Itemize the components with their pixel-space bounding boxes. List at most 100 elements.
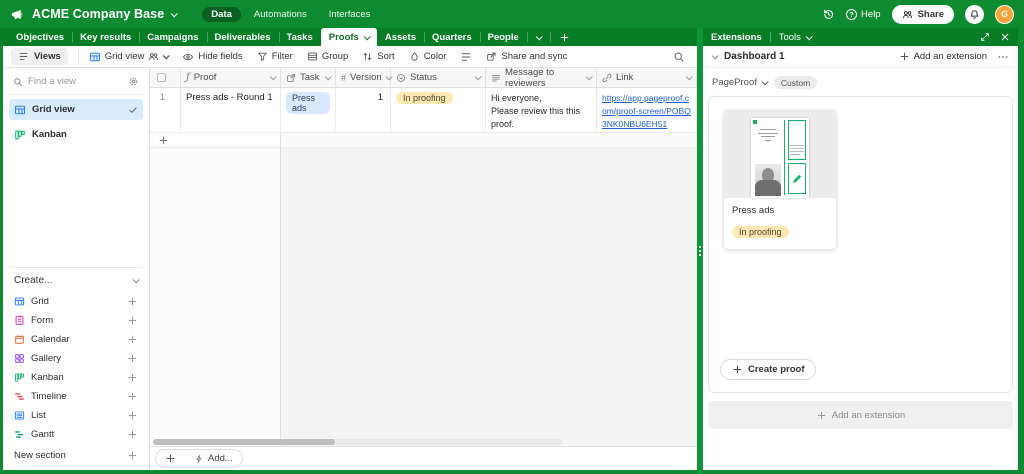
cell-link[interactable]: https://app.pageproof.com/proof-screen/P… <box>597 88 697 132</box>
long-text-field-icon <box>491 73 501 83</box>
close-icon[interactable] <box>1000 32 1010 42</box>
cell-version[interactable]: 1 <box>336 88 391 132</box>
magic-add-icon <box>194 454 204 464</box>
help-button[interactable]: ? Help <box>846 8 881 20</box>
grid-view: ƒ Proof Task # Version Status Message to… <box>150 67 697 470</box>
expand-icon[interactable] <box>980 32 990 42</box>
help-label: Help <box>861 8 881 20</box>
cell-task[interactable]: Press ads <box>281 88 336 132</box>
tab-assets[interactable]: Assets <box>377 28 424 46</box>
create-grid[interactable]: Grid <box>9 292 143 311</box>
pageproof-extension-card: Press ads In proofing Create proof <box>708 96 1013 393</box>
formula-field-icon: ƒ <box>186 72 190 83</box>
new-section-button[interactable]: New section <box>9 444 143 466</box>
add-extension-button[interactable]: Add an extension <box>899 51 987 62</box>
tab-deliverables[interactable]: Deliverables <box>206 28 279 46</box>
grid-view-button[interactable]: Grid view <box>89 51 171 63</box>
proof-card[interactable]: Press ads In proofing <box>724 110 836 249</box>
tab-campaigns[interactable]: Campaigns <box>139 28 206 46</box>
list-view-icon <box>14 410 25 421</box>
tab-tasks[interactable]: Tasks <box>278 28 321 46</box>
column-header-status[interactable]: Status <box>391 68 486 87</box>
body-row: Objectives Key results Campaigns Deliver… <box>0 28 1024 474</box>
create-gantt[interactable]: Gantt <box>9 425 143 444</box>
add-menu-button[interactable]: Add... <box>185 450 242 467</box>
column-header-message[interactable]: Message to reviewers <box>486 67 597 89</box>
color-button[interactable]: Color <box>409 51 446 62</box>
column-header-proof[interactable]: ƒ Proof <box>181 68 281 87</box>
tab-quarters[interactable]: Quarters <box>424 28 480 46</box>
plus-icon <box>127 372 138 383</box>
create-timeline[interactable]: Timeline <box>9 387 143 406</box>
plus-icon <box>127 296 138 307</box>
column-header-link[interactable]: Link <box>597 68 697 87</box>
plus-icon <box>816 410 827 421</box>
column-header-version[interactable]: # Version <box>336 68 393 87</box>
nav-data[interactable]: Data <box>202 6 241 22</box>
create-proof-button[interactable]: Create proof <box>720 359 817 380</box>
cell-proof[interactable]: Press ads - Round 1 <box>181 88 281 132</box>
column-header-task[interactable]: Task <box>281 68 336 87</box>
create-kanban[interactable]: Kanban <box>9 368 143 387</box>
linked-record-chip[interactable]: Press ads <box>286 92 330 114</box>
status-badge[interactable]: In proofing <box>396 92 453 104</box>
avatar[interactable]: G <box>995 4 1014 24</box>
row-height-button[interactable] <box>460 51 472 63</box>
views-sidebar: Grid view Kanban Create... <box>3 68 150 470</box>
find-view-input[interactable] <box>28 76 123 87</box>
table-row[interactable]: 1 Press ads - Round 1 Press ads 1 In pro… <box>150 88 697 133</box>
create-calendar[interactable]: Calendar <box>9 330 143 349</box>
brand-square-icon <box>753 120 757 124</box>
question-icon: ? <box>846 8 858 20</box>
horizontal-scrollbar[interactable] <box>153 439 335 445</box>
base-switcher[interactable]: ACME Company Base <box>10 7 179 22</box>
tab-objectives[interactable]: Objectives <box>8 28 72 46</box>
group-button[interactable]: Group <box>307 51 348 62</box>
views-button[interactable]: Views <box>11 48 68 65</box>
plus-icon <box>127 391 138 402</box>
chevron-down-icon[interactable] <box>711 52 719 60</box>
hide-fields-button[interactable]: Hide fields <box>182 51 243 63</box>
filter-button[interactable]: Filter <box>257 51 293 62</box>
custom-tab[interactable]: Custom <box>773 76 818 89</box>
sidebar-view-grid[interactable]: Grid view <box>9 99 143 120</box>
add-table-button[interactable] <box>549 28 579 46</box>
create-form[interactable]: Form <box>9 311 143 330</box>
tools-menu[interactable]: Tools <box>779 32 813 43</box>
select-all-checkbox[interactable] <box>157 73 166 82</box>
table-tab-bar: Objectives Key results Campaigns Deliver… <box>0 28 697 46</box>
create-gallery[interactable]: Gallery <box>9 349 143 368</box>
tab-proofs-active[interactable]: Proofs <box>320 28 377 46</box>
sidebar-view-kanban[interactable]: Kanban <box>9 124 143 145</box>
row-height-icon <box>460 51 472 63</box>
sort-button[interactable]: Sort <box>362 51 395 62</box>
create-header[interactable]: Create... <box>9 275 143 292</box>
paint-drop-icon <box>409 51 420 62</box>
search-icon[interactable] <box>673 51 685 63</box>
eye-icon <box>182 51 194 63</box>
tab-key-results[interactable]: Key results <box>72 28 139 46</box>
chevron-down-icon <box>535 32 543 40</box>
table-list-dropdown[interactable] <box>526 28 550 46</box>
pageproof-extension-menu[interactable]: PageProof <box>712 77 769 88</box>
notifications-button[interactable] <box>965 4 984 24</box>
add-extension-placeholder[interactable]: Add an extension <box>708 401 1013 429</box>
nav-interfaces[interactable]: Interfaces <box>320 7 380 22</box>
cell-status[interactable]: In proofing <box>391 88 486 132</box>
share-and-sync-button[interactable]: Share and sync <box>486 51 567 62</box>
plus-icon <box>158 135 169 146</box>
create-list[interactable]: List <box>9 406 143 425</box>
horizontal-scrollbar-track[interactable] <box>153 439 563 445</box>
nav-automations[interactable]: Automations <box>245 7 316 22</box>
cell-message[interactable]: Hi everyone, Please review this this pro… <box>486 88 597 132</box>
share-button[interactable]: Share <box>891 4 954 24</box>
gear-icon[interactable] <box>128 76 139 87</box>
add-row-button[interactable] <box>150 133 281 148</box>
share-label: Share <box>917 8 944 20</box>
tab-people[interactable]: People <box>479 28 527 46</box>
add-record-button[interactable] <box>156 450 185 467</box>
proof-link[interactable]: https://app.pageproof.com/proof-screen/P… <box>602 93 691 129</box>
history-icon[interactable] <box>822 8 835 21</box>
chevron-down-icon <box>474 73 482 81</box>
more-options-icon[interactable] <box>997 51 1009 63</box>
